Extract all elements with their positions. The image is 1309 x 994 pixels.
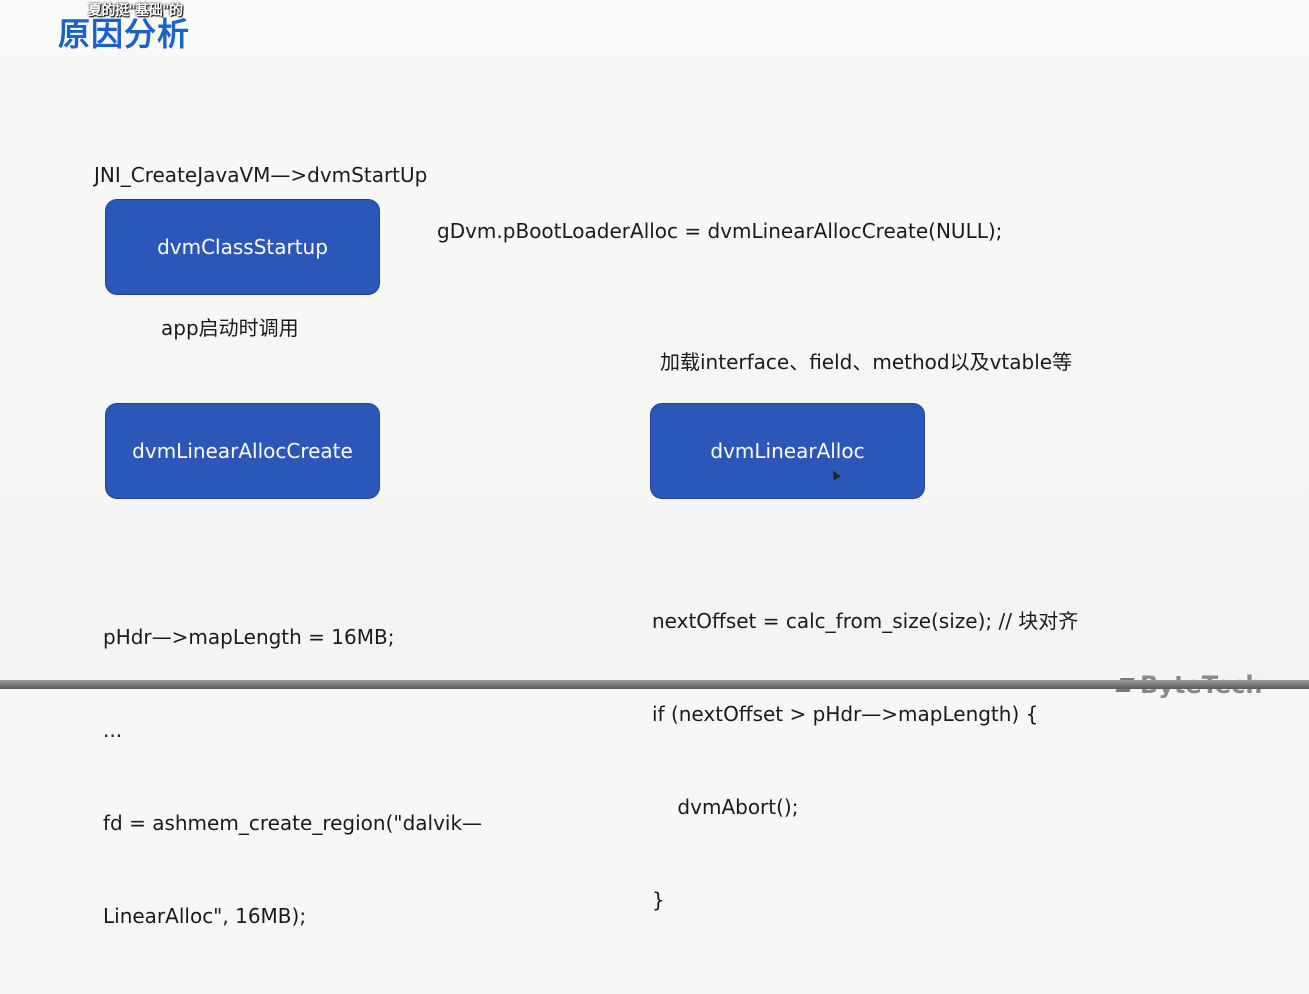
left-code-line: ... [103, 718, 123, 742]
right-code-line: if (nextOffset > pHdr—>mapLength) { [652, 702, 1039, 726]
right-code-block: nextOffset = calc_from_size(size); // 块对… [652, 544, 1078, 978]
right-code-line: dvmAbort(); [652, 795, 799, 819]
video-subtitle-overlay: 夏的挺"基础"的 [88, 3, 183, 19]
entry-call-text: JNI_CreateJavaVM—>dvmStartUp [94, 163, 428, 187]
startup-caption: app启动时调用 [161, 316, 299, 340]
right-code-line: } [652, 888, 665, 912]
left-code-line: pHdr—>mapLength = 16MB; [103, 625, 395, 649]
left-code-line: fd = ashmem_create_region("dalvik— [103, 811, 483, 835]
dvm-linear-alloc-label: dvmLinearAlloc [710, 439, 865, 463]
dvm-linear-alloc-create-box: dvmLinearAllocCreate [105, 403, 380, 499]
load-caption: 加载interface、field、method以及vtable等 [660, 350, 1073, 374]
right-code-line: nextOffset = calc_from_size(size); // 块对… [652, 609, 1079, 633]
slide-canvas: 原因分析 夏的挺"基础"的 JNI_CreateJavaVM—>dvmStart… [0, 0, 1309, 928]
boot-loader-alloc-code: gDvm.pBootLoaderAlloc = dvmLinearAllocCr… [437, 219, 1003, 243]
video-bottom-bar [0, 680, 1309, 689]
dvm-class-startup-box: dvmClassStartup [105, 199, 380, 295]
dvm-linear-alloc-create-label: dvmLinearAllocCreate [132, 439, 353, 463]
dvm-class-startup-label: dvmClassStartup [157, 235, 328, 259]
left-code-block: pHdr—>mapLength = 16MB; ... fd = ashmem_… [103, 560, 482, 994]
left-code-line: LinearAlloc", 16MB); [103, 904, 307, 928]
dvm-linear-alloc-box: dvmLinearAlloc [650, 403, 925, 499]
